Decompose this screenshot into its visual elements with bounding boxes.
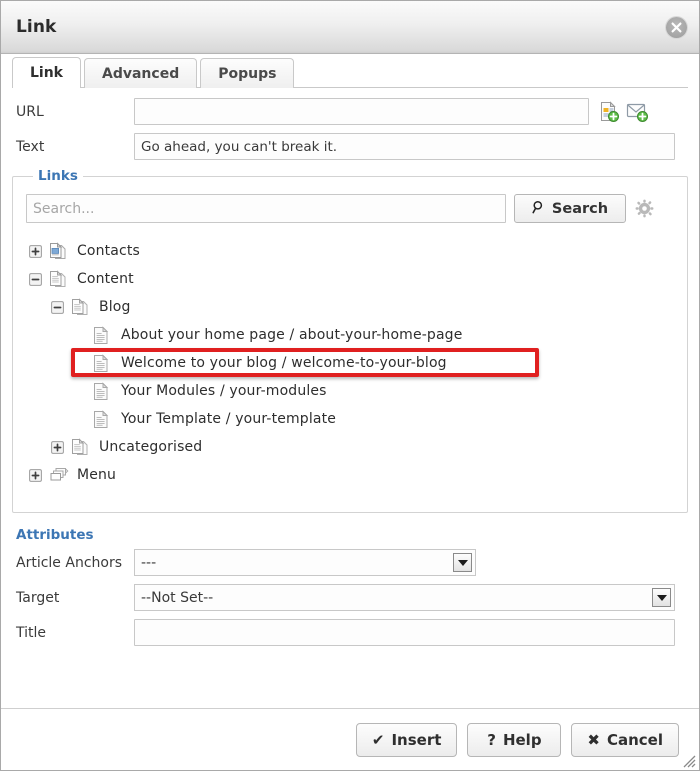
tree-item[interactable]: Contacts — [27, 237, 677, 265]
tree-item[interactable]: Uncategorised — [27, 433, 677, 461]
article-anchors-label: Article Anchors — [16, 554, 122, 571]
cancel-button-label: Cancel — [606, 730, 663, 749]
contacts-stack-icon — [49, 242, 69, 260]
cross-icon: ✖ — [587, 730, 600, 749]
dialog-titlebar: Link — [1, 1, 699, 54]
links-panel: Links Search... Search Contacts Content … — [12, 168, 688, 513]
tree-item-label: Menu — [77, 467, 117, 483]
cancel-button[interactable]: ✖ Cancel — [571, 722, 679, 757]
expand-icon[interactable] — [51, 440, 64, 454]
links-tree: Contacts Content Blog About your home page … — [23, 237, 677, 489]
target-value: --Not Set-- — [141, 589, 214, 606]
tab-advanced[interactable]: Advanced — [84, 58, 198, 88]
search-input[interactable] — [26, 194, 506, 223]
url-row: URL — [12, 98, 688, 125]
chevron-down-icon[interactable] — [652, 588, 671, 607]
collapse-icon[interactable] — [29, 272, 42, 286]
article-page-icon — [93, 325, 113, 345]
tree-item-label: Welcome to your blog / welcome-to-your-b… — [121, 355, 447, 371]
question-icon: ? — [487, 730, 496, 749]
tree-item-label: About your home page / about-your-home-p… — [121, 327, 463, 343]
tree-item-label: Content — [77, 271, 134, 287]
links-legend: Links — [38, 168, 78, 184]
tab-popups[interactable]: Popups — [200, 58, 295, 88]
target-row: Target --Not Set-- — [12, 584, 688, 611]
dialog-footer: ✔ Insert ? Help ✖ Cancel — [1, 708, 699, 770]
gear-icon[interactable] — [635, 199, 654, 218]
url-input[interactable] — [134, 98, 589, 125]
tree-item[interactable]: Your Template / your-template — [27, 405, 677, 433]
insert-email-icon[interactable] — [626, 101, 648, 122]
dialog-title: Link — [16, 17, 57, 37]
search-row: Search — [23, 192, 677, 223]
collapse-icon[interactable] — [51, 300, 64, 314]
insert-button-label: Insert — [391, 730, 442, 749]
article-page-icon — [93, 381, 113, 401]
menu-stack-icon — [49, 466, 69, 484]
search-button-label: Search — [551, 200, 609, 217]
tree-item-label: Your Modules / your-modules — [121, 383, 327, 399]
tree-item[interactable]: Content — [27, 265, 677, 293]
resize-grip-icon[interactable] — [680, 752, 696, 768]
url-label: URL — [16, 103, 44, 120]
tab-bar: Link Advanced Popups — [1, 54, 699, 88]
link-dialog: Link Link Advanced Popups URL Text Go ah… — [0, 0, 700, 771]
help-button[interactable]: ? Help — [467, 722, 562, 757]
text-label: Text — [16, 138, 45, 155]
text-input[interactable] — [134, 133, 675, 160]
insert-article-icon[interactable] — [598, 101, 619, 122]
text-row: Text — [12, 133, 688, 160]
tree-item[interactable]: Menu — [27, 461, 677, 489]
title-label: Title — [16, 624, 47, 641]
check-icon: ✔ — [371, 730, 385, 749]
tree-item[interactable]: Your Modules / your-modules — [27, 377, 677, 405]
article-page-icon — [93, 409, 113, 429]
tree-item-label: Contacts — [77, 243, 140, 259]
title-row: Title — [12, 619, 688, 646]
expand-icon[interactable] — [29, 244, 42, 258]
tree-item-label: Your Template / your-template — [121, 411, 337, 427]
tree-item[interactable]: Blog — [27, 293, 677, 321]
title-input[interactable] — [134, 619, 675, 646]
dialog-body: URL Text Go ahead, you can't break it. L… — [1, 88, 699, 708]
tab-link[interactable]: Link — [12, 57, 81, 88]
chevron-down-icon[interactable] — [453, 553, 472, 572]
article-anchors-row: Article Anchors --- — [12, 549, 688, 576]
article-anchors-value: --- — [141, 554, 157, 571]
article-page-icon — [93, 353, 113, 373]
content-stack-icon — [71, 438, 91, 456]
magnifier-icon — [532, 200, 546, 218]
insert-button[interactable]: ✔ Insert — [355, 722, 458, 757]
tree-item[interactable]: Welcome to your blog / welcome-to-your-b… — [27, 349, 677, 377]
tree-item-label: Uncategorised — [99, 439, 203, 455]
target-select[interactable]: --Not Set-- — [134, 584, 675, 611]
help-button-label: Help — [502, 730, 542, 749]
tree-item-label: Blog — [99, 299, 131, 315]
search-button[interactable]: Search — [514, 194, 626, 223]
attributes-title: Attributes — [16, 527, 94, 543]
content-stack-icon — [49, 270, 69, 288]
expand-icon[interactable] — [29, 468, 42, 482]
target-label: Target — [16, 589, 60, 606]
url-icon-group — [598, 101, 648, 122]
close-icon[interactable] — [666, 17, 687, 38]
tree-item[interactable]: About your home page / about-your-home-p… — [27, 321, 677, 349]
content-stack-icon — [71, 298, 91, 316]
article-anchors-select[interactable]: --- — [134, 549, 476, 576]
